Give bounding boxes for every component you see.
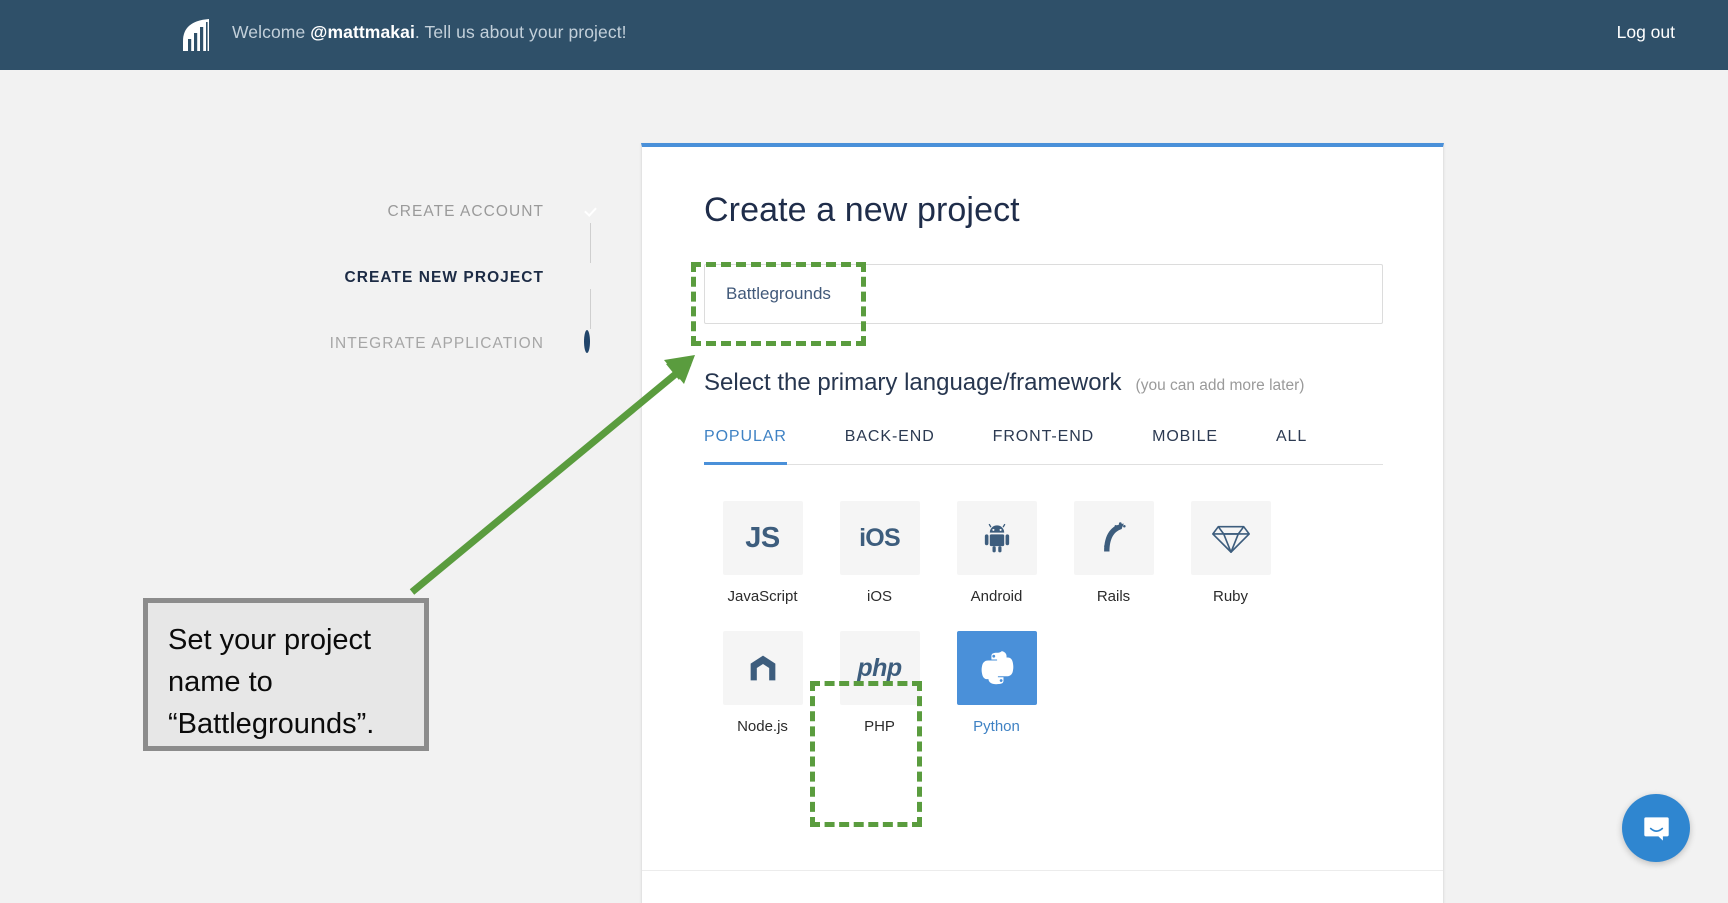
language-option-php[interactable]: php PHP	[821, 631, 938, 735]
username-label: @mattmakai	[310, 22, 415, 42]
language-option-ruby[interactable]: Ruby	[1172, 501, 1289, 605]
welcome-suffix: . Tell us about your project!	[414, 22, 627, 42]
step-marker-complete-check-icon	[580, 201, 600, 221]
step-connector-line	[589, 289, 591, 329]
section-note: (you can add more later)	[1135, 377, 1305, 394]
language-option-javascript[interactable]: JS JavaScript	[704, 501, 821, 605]
ios-icon: iOS	[839, 501, 920, 575]
create-project-card: Create a new project Select the primary …	[641, 143, 1444, 903]
language-section-heading: Select the primary language/framework (y…	[704, 369, 1381, 397]
language-label-ios: iOS	[866, 588, 892, 605]
language-label-python: Python	[973, 718, 1020, 735]
language-label-android: Android	[970, 588, 1023, 605]
welcome-prefix: Welcome	[232, 22, 311, 42]
tab-popular[interactable]: POPULAR	[704, 428, 787, 465]
language-label-ruby: Ruby	[1212, 588, 1249, 605]
rails-icon	[1073, 501, 1154, 575]
nodejs-hex-icon	[722, 631, 803, 705]
step-label-create-new-project: CREATE NEW PROJECT	[344, 269, 544, 286]
tab-mobile[interactable]: MOBILE	[1152, 428, 1218, 465]
top-navigation-bar: Welcome @mattmakai. Tell us about your p…	[0, 0, 1728, 70]
language-label-php: PHP	[864, 718, 895, 735]
page-title: Create a new project	[704, 191, 1020, 229]
language-label-nodejs: Node.js	[737, 718, 788, 735]
step-integrate-application[interactable]: INTEGRATE APPLICATION	[300, 327, 600, 393]
ruby-gem-icon	[1190, 501, 1271, 575]
php-icon: php	[839, 631, 920, 705]
android-robot-icon	[956, 501, 1037, 575]
step-marker-pending-ring-icon	[580, 330, 600, 353]
language-option-python[interactable]: Python	[938, 631, 1055, 735]
tab-front-end[interactable]: FRONT-END	[993, 428, 1094, 465]
card-footer-divider	[642, 870, 1443, 871]
onboarding-step-tracker: CREATE ACCOUNT CREATE NEW PROJECT INTEGR…	[300, 195, 600, 393]
intercom-chat-bubble-icon[interactable]	[1622, 794, 1690, 862]
project-name-input[interactable]	[704, 264, 1383, 324]
tab-all[interactable]: ALL	[1276, 428, 1307, 465]
welcome-message: Welcome @mattmakai. Tell us about your p…	[232, 22, 627, 43]
section-title: Select the primary language/framework	[704, 369, 1122, 396]
step-label-integrate-application: INTEGRATE APPLICATION	[329, 335, 544, 352]
language-grid: JS JavaScript iOS iOS Android Rails Ruby…	[704, 501, 1404, 761]
language-option-nodejs[interactable]: Node.js	[704, 631, 821, 735]
step-marker-current-dot-icon	[580, 267, 600, 287]
language-option-rails[interactable]: Rails	[1055, 501, 1172, 605]
bar-chart-logo-icon[interactable]	[178, 17, 216, 53]
logout-link[interactable]: Log out	[1617, 22, 1675, 43]
step-create-new-project[interactable]: CREATE NEW PROJECT	[300, 261, 600, 329]
step-connector-line	[589, 223, 591, 263]
language-option-android[interactable]: Android	[938, 501, 1055, 605]
language-label-rails: Rails	[1096, 588, 1131, 605]
instruction-callout: Set your project name to “Battlegrounds”…	[143, 598, 429, 751]
tab-back-end[interactable]: BACK-END	[845, 428, 935, 465]
step-label-create-account: CREATE ACCOUNT	[387, 203, 544, 220]
step-create-account[interactable]: CREATE ACCOUNT	[300, 195, 600, 263]
python-snakes-icon	[956, 631, 1037, 705]
language-label-javascript: JavaScript	[727, 588, 798, 605]
javascript-js-icon: JS	[722, 501, 803, 575]
language-category-tabs: POPULAR BACK-END FRONT-END MOBILE ALL	[704, 427, 1383, 465]
language-option-ios[interactable]: iOS iOS	[821, 501, 938, 605]
